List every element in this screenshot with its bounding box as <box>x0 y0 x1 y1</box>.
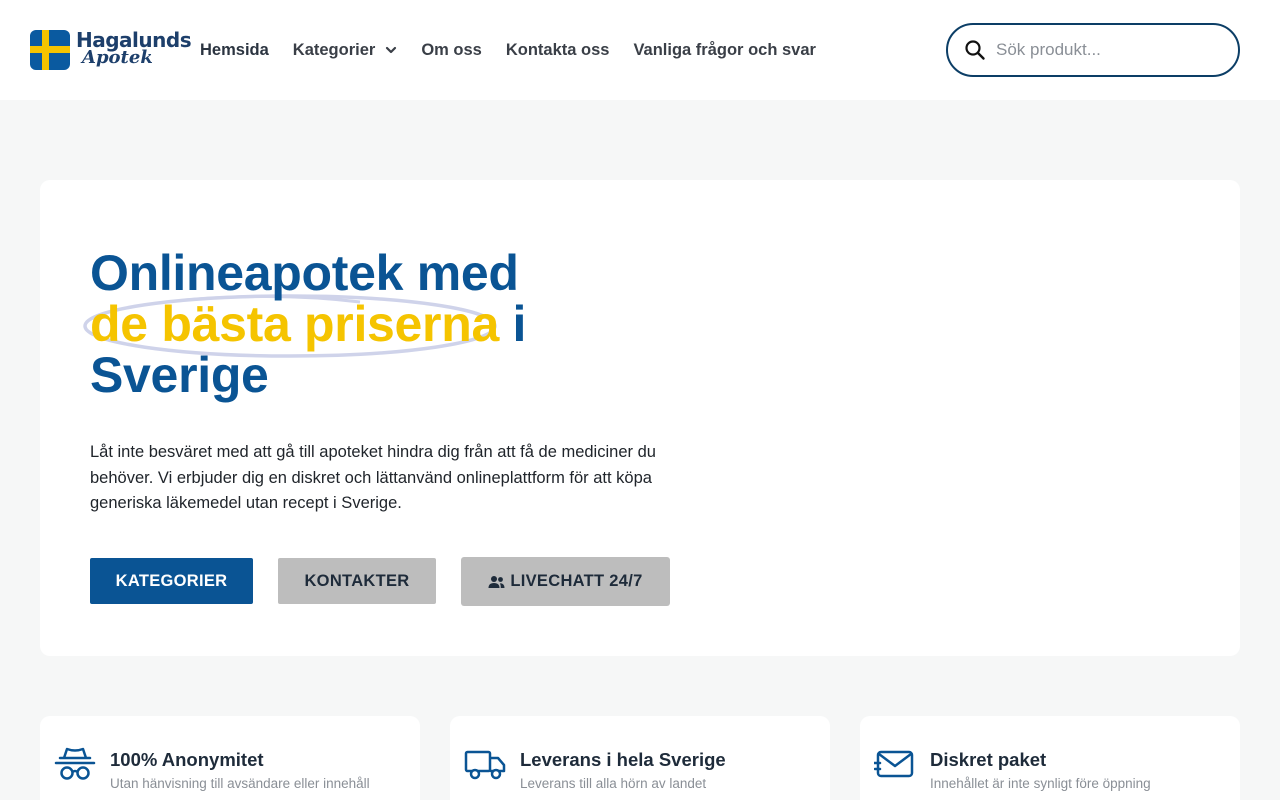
nav-item-hemsida[interactable]: Hemsida <box>200 41 269 60</box>
livechat-label: LIVECHATT 24/7 <box>510 572 643 590</box>
livechat-button[interactable]: LIVECHATT 24/7 <box>461 557 670 606</box>
truck-icon <box>464 750 506 780</box>
main-nav: Hemsida Kategorier Om oss Kontakta oss V… <box>200 38 840 62</box>
feature-subtitle: Leverans till alla hörn av landet <box>520 776 707 791</box>
hero-description: Låt inte besväret med att gå till apotek… <box>90 443 656 512</box>
users-icon <box>488 575 505 588</box>
site-header: Hagalunds Apotek Hemsida Kategorier Om o… <box>0 0 1280 100</box>
incognito-icon <box>54 747 96 780</box>
feature-subtitle: Utan hänvisning till avsändare eller inn… <box>110 776 370 791</box>
logo[interactable]: Hagalunds Apotek <box>30 28 192 74</box>
nav-item-om-oss[interactable]: Om oss <box>421 41 482 60</box>
envelope-icon <box>874 750 914 778</box>
hero-title-line3: Sverige <box>90 347 269 403</box>
hero-card: Onlineapotek med de bästa priserna i Sve… <box>40 180 1240 656</box>
nav-item-kategorier[interactable]: Kategorier <box>293 41 398 60</box>
feature-subtitle: Innehållet är inte synligt före öppning <box>930 776 1151 791</box>
nav-item-faq[interactable]: Vanliga frågor och svar <box>633 41 815 60</box>
search-icon[interactable] <box>964 39 986 61</box>
brand-sub: Apotek <box>82 47 153 68</box>
nav-item-kategorier-label: Kategorier <box>292 40 376 59</box>
feature-card-anonymity: 100% Anonymitet Utan hänvisning till avs… <box>40 716 420 800</box>
nav-item-kontakta-oss[interactable]: Kontakta oss <box>506 41 610 60</box>
hero-title-highlight: de bästa priserna <box>90 296 499 352</box>
feature-card-delivery: Leverans i hela Sverige Leverans till al… <box>450 716 830 800</box>
hero-title-line1: Onlineapotek med <box>90 245 519 301</box>
feature-title: Diskret paket <box>930 749 1047 770</box>
feature-title: Leverans i hela Sverige <box>520 749 726 770</box>
hero-title: Onlineapotek med de bästa priserna i Sve… <box>90 248 610 401</box>
feature-card-discreet: Diskret paket Innehållet är inte synligt… <box>860 716 1240 800</box>
hero-title-after-highlight: i <box>498 296 527 352</box>
feature-title: 100% Anonymitet <box>110 749 264 770</box>
contacts-button[interactable]: KONTAKTER <box>278 558 436 604</box>
chevron-down-icon <box>386 46 397 54</box>
search-box[interactable] <box>946 23 1240 77</box>
search-input[interactable] <box>996 40 1216 60</box>
swedish-flag-icon <box>30 30 70 70</box>
categories-button[interactable]: KATEGORIER <box>90 558 253 604</box>
